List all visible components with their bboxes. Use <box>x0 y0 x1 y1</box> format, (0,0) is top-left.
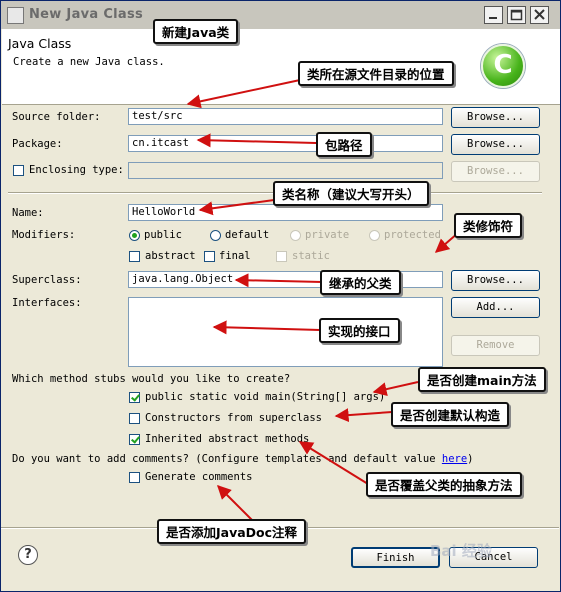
enclosing-type-label: Enclosing type: <box>29 164 124 176</box>
default-label: default <box>225 229 270 241</box>
annotation-override-abstract: 是否覆盖父类的抽象方法 <box>366 472 522 497</box>
comments-question: Do you want to add comments? (Configure … <box>12 453 474 465</box>
public-label: public <box>144 229 182 241</box>
enclosing-type-checkbox[interactable] <box>13 165 24 176</box>
annotation-source-dir: 类所在源文件目录的位置 <box>298 61 454 86</box>
help-icon[interactable]: ? <box>18 545 38 565</box>
private-label: private <box>305 229 350 241</box>
window-title: New Java Class <box>29 7 144 22</box>
annotation-superclass: 继承的父类 <box>320 270 401 295</box>
new-java-class-dialog: New Java Class <box>0 0 561 592</box>
annotation-javadoc: 是否添加JavaDoc注释 <box>157 519 307 544</box>
final-checkbox[interactable] <box>204 251 215 262</box>
abstract-checkbox[interactable] <box>129 251 140 262</box>
generate-comments-label: Generate comments <box>145 471 253 483</box>
maximize-icon[interactable] <box>507 6 526 24</box>
static-checkbox[interactable] <box>276 251 287 262</box>
annotation-main-method: 是否创建main方法 <box>418 367 546 392</box>
superclass-browse-button[interactable]: Browse... <box>451 270 540 291</box>
close-icon[interactable] <box>530 6 549 24</box>
static-label: static <box>292 250 330 262</box>
public-radio[interactable] <box>129 230 140 241</box>
source-folder-label: Source folder: <box>12 111 101 123</box>
annotation-default-ctor: 是否创建默认构造 <box>391 402 510 427</box>
configure-templates-link[interactable]: here <box>442 453 467 465</box>
source-folder-input[interactable]: test/src <box>128 108 443 125</box>
add-interface-button[interactable]: Add... <box>451 297 540 318</box>
remove-interface-button[interactable]: Remove <box>451 335 540 356</box>
name-label: Name: <box>12 207 44 219</box>
annotation-class-name: 类名称（建议大写开头） <box>273 181 429 206</box>
final-label: final <box>219 250 251 262</box>
source-folder-browse-button[interactable]: Browse... <box>451 107 540 128</box>
watermark: Bai 经验 <box>430 542 492 560</box>
private-radio[interactable] <box>290 230 301 241</box>
app-icon <box>7 7 24 24</box>
minimize-icon[interactable] <box>484 6 503 24</box>
annotation-new-class: 新建Java类 <box>153 19 239 44</box>
inherited-methods-checkbox[interactable] <box>129 434 140 445</box>
package-browse-button[interactable]: Browse... <box>451 134 540 155</box>
annotation-package-path: 包路径 <box>316 132 372 157</box>
package-label: Package: <box>12 138 63 150</box>
enclosing-type-browse-button[interactable]: Browse... <box>451 161 540 182</box>
interfaces-label: Interfaces: <box>12 297 82 309</box>
protected-label: protected <box>384 229 441 241</box>
abstract-label: abstract <box>145 250 196 262</box>
superclass-label: Superclass: <box>12 274 82 286</box>
default-radio[interactable] <box>210 230 221 241</box>
annotation-modifier: 类修饰符 <box>454 213 523 238</box>
java-class-logo-icon: C <box>481 44 525 88</box>
constructors-checkbox[interactable] <box>129 413 140 424</box>
method-stubs-question: Which method stubs would you like to cre… <box>12 373 291 385</box>
wizard-title: Java Class <box>8 36 72 51</box>
enclosing-type-input[interactable] <box>128 162 443 179</box>
inherited-methods-label: Inherited abstract methods <box>145 433 310 445</box>
finish-button[interactable]: Finish <box>351 547 440 568</box>
package-input[interactable]: cn.itcast <box>128 135 443 152</box>
generate-comments-checkbox[interactable] <box>129 472 140 483</box>
constructors-label: Constructors from superclass <box>145 412 323 424</box>
protected-radio[interactable] <box>369 230 380 241</box>
main-method-label: public static void main(String[] args) <box>145 391 386 403</box>
class-name-input[interactable]: HelloWorld <box>128 204 443 221</box>
modifiers-label: Modifiers: <box>12 229 76 241</box>
title-bar: New Java Class <box>1 1 560 29</box>
main-method-checkbox[interactable] <box>129 392 140 403</box>
annotation-interfaces: 实现的接口 <box>319 318 400 343</box>
wizard-description: Create a new Java class. <box>13 56 165 68</box>
